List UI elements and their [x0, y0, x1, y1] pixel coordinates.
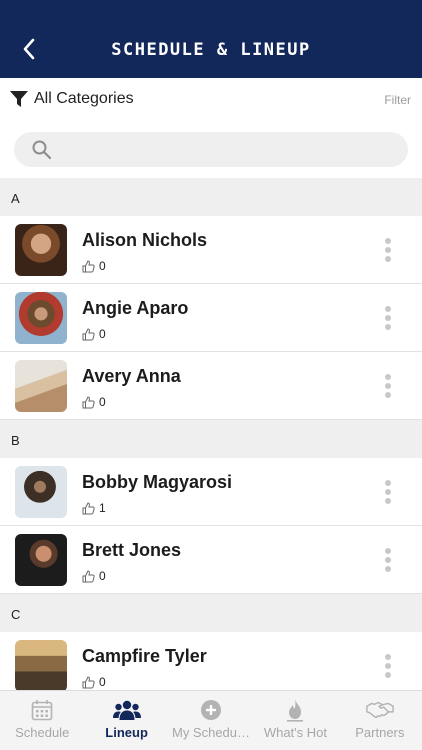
artist-row[interactable]: Angie Aparo 0: [0, 284, 422, 352]
tab-label: Lineup: [105, 725, 148, 740]
more-options-icon[interactable]: [384, 374, 392, 400]
more-options-icon[interactable]: [384, 238, 392, 264]
tab-label: Schedule: [15, 725, 70, 740]
more-options-icon[interactable]: [384, 306, 392, 332]
tab-label: What's Hot: [263, 725, 327, 740]
artist-name: Angie Aparo: [82, 298, 189, 318]
likes[interactable]: 0: [82, 259, 106, 273]
artist-name: Alison Nichols: [82, 230, 208, 250]
tab-partners[interactable]: Partners: [338, 691, 422, 750]
app-header: SCHEDULE & LINEUP: [0, 0, 422, 78]
artist-row[interactable]: Avery Anna 0: [0, 352, 422, 420]
tab-my-schedule[interactable]: My Schedu…: [169, 691, 253, 750]
likes-count: 0: [99, 327, 106, 341]
people-icon: [112, 700, 141, 720]
thumbs-up-icon: [82, 501, 95, 514]
more-options-icon[interactable]: [384, 480, 392, 506]
artist-photo: [15, 360, 67, 412]
section-header-c: C: [0, 594, 422, 632]
tab-schedule[interactable]: Schedule: [0, 691, 84, 750]
likes-count: 0: [99, 569, 106, 583]
thumbs-up-icon: [82, 569, 95, 582]
artist-name: Campfire Tyler: [82, 646, 207, 666]
more-options-icon[interactable]: [384, 548, 392, 574]
thumbs-up-icon: [82, 395, 95, 408]
tab-whats-hot[interactable]: What's Hot: [253, 691, 337, 750]
more-options-icon[interactable]: [384, 654, 392, 680]
funnel-icon[interactable]: [10, 91, 28, 108]
handshake-icon: [366, 701, 394, 719]
page-title: SCHEDULE & LINEUP: [111, 40, 311, 60]
artist-row[interactable]: Bobby Magyarosi 1: [0, 458, 422, 526]
tab-lineup[interactable]: Lineup: [84, 691, 168, 750]
tab-bar: Schedule Lineup My Schedu… What's Hot Pa…: [0, 690, 422, 750]
likes[interactable]: 0: [82, 395, 106, 409]
artist-name: Bobby Magyarosi: [82, 472, 233, 492]
artist-photo: [15, 534, 67, 586]
artist-name: Avery Anna: [82, 366, 181, 386]
likes-count: 0: [99, 395, 106, 409]
thumbs-up-icon: [82, 675, 95, 688]
section-header-a: A: [0, 178, 422, 216]
likes-count: 1: [99, 501, 106, 515]
thumbs-up-icon: [82, 327, 95, 340]
artist-photo: [15, 292, 67, 344]
search-icon: [32, 140, 51, 159]
artist-name: Brett Jones: [82, 540, 182, 560]
likes[interactable]: 0: [82, 569, 106, 583]
artist-photo: [15, 466, 67, 518]
section-header-b: B: [0, 420, 422, 458]
artist-photo: [15, 640, 67, 692]
thumbs-up-icon: [82, 259, 95, 272]
search-input[interactable]: [14, 132, 408, 167]
flame-icon: [287, 699, 304, 722]
tab-label: My Schedu…: [171, 725, 251, 740]
tab-label: Partners: [355, 725, 405, 740]
likes[interactable]: 0: [82, 327, 106, 341]
likes-count: 0: [99, 675, 106, 689]
likes[interactable]: 0: [82, 675, 106, 689]
artist-photo: [15, 224, 67, 276]
category-selector[interactable]: All Categories: [34, 90, 134, 108]
likes-count: 0: [99, 259, 106, 273]
filter-button[interactable]: Filter: [384, 93, 411, 107]
plus-circle-icon: [201, 700, 222, 720]
artist-row[interactable]: Brett Jones 0: [0, 526, 422, 594]
artist-row[interactable]: Alison Nichols 0: [0, 216, 422, 284]
calendar-icon: [31, 700, 53, 721]
likes[interactable]: 1: [82, 501, 106, 515]
filter-bar: All Categories Filter: [0, 78, 422, 122]
